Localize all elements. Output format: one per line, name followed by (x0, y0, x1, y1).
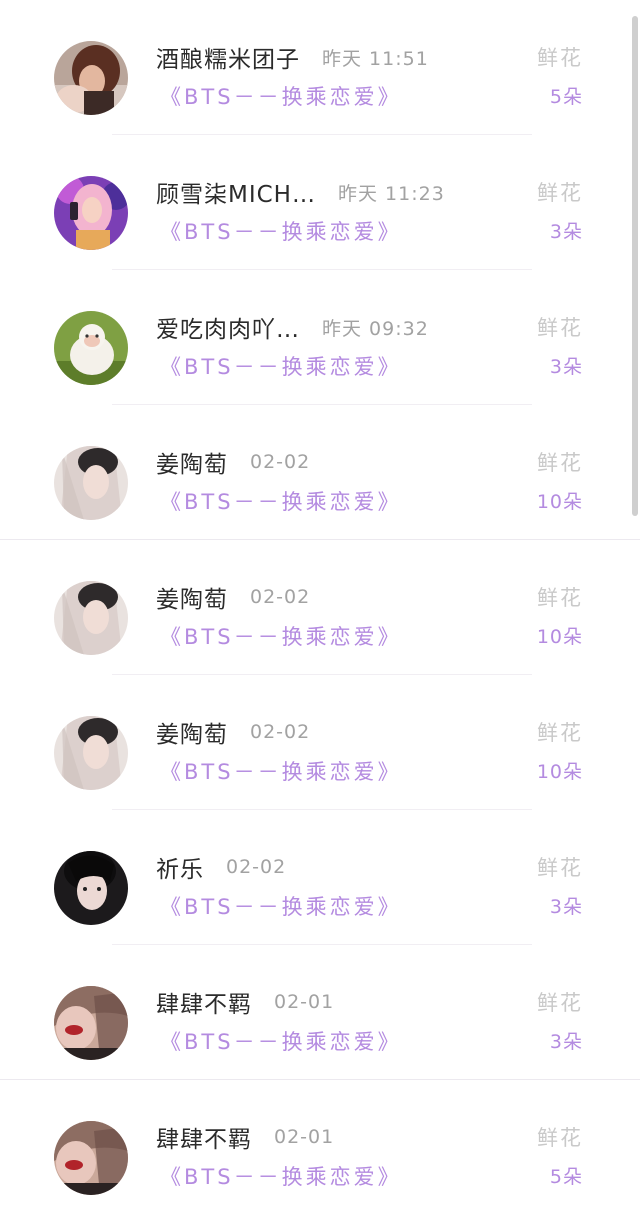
list-item[interactable]: 姜陶萄 02-02 《BTS－－换乘恋爱》 鲜花 10朵 (0, 405, 640, 540)
user-name[interactable]: 祈乐 (156, 850, 204, 884)
gift-type-label: 鲜花 (537, 856, 583, 880)
avatar-red-lips-icon[interactable] (54, 986, 128, 1060)
user-name[interactable]: 酒酿糯米团子 (156, 40, 300, 74)
gift-type-label: 鲜花 (537, 46, 583, 70)
gift-count: 3朵 (549, 356, 583, 378)
book-title-link[interactable]: 《BTS－－换乘恋爱》 (160, 1161, 402, 1191)
user-name[interactable]: 爱吃肉肉吖… (156, 310, 300, 344)
user-name[interactable]: 姜陶萄 (156, 580, 228, 614)
name-line: 爱吃肉肉吖… 昨天 09:32 (156, 310, 429, 344)
list-item[interactable]: 顾雪柒MICH… 昨天 11:23 《BTS－－换乘恋爱》 鲜花 3朵 (0, 135, 640, 270)
user-name[interactable]: 肆肆不羁 (156, 985, 252, 1019)
book-title-link[interactable]: 《BTS－－换乘恋爱》 (160, 486, 402, 516)
gift-type-label: 鲜花 (537, 316, 583, 340)
book-title-link[interactable]: 《BTS－－换乘恋爱》 (160, 756, 402, 786)
book-title-link[interactable]: 《BTS－－换乘恋爱》 (160, 891, 402, 921)
gift-count: 3朵 (549, 221, 583, 243)
list-item[interactable]: 酒酿糯米团子 昨天 11:51 《BTS－－换乘恋爱》 鲜花 5朵 (0, 0, 640, 135)
timestamp: 02-02 (250, 721, 311, 743)
name-line: 肆肆不羁 02-01 (156, 985, 334, 1019)
avatar-sheep-icon[interactable] (54, 311, 128, 385)
timestamp: 昨天 11:51 (322, 47, 429, 70)
book-title-link[interactable]: 《BTS－－换乘恋爱》 (160, 621, 402, 651)
timestamp: 02-01 (274, 991, 335, 1013)
book-title-link[interactable]: 《BTS－－换乘恋爱》 (160, 351, 402, 381)
gift-count: 10朵 (536, 761, 583, 783)
avatar-pink-hair-icon[interactable] (54, 176, 128, 250)
avatar-red-lips-icon[interactable] (54, 1121, 128, 1195)
scrollbar[interactable] (632, 16, 638, 516)
user-name[interactable]: 顾雪柒MICH… (156, 175, 316, 209)
gift-type-label: 鲜花 (537, 991, 583, 1015)
avatar-veil-icon[interactable] (54, 446, 128, 520)
timestamp: 昨天 11:23 (337, 182, 445, 205)
name-line: 姜陶萄 02-02 (156, 580, 310, 614)
name-line: 姜陶萄 02-02 (156, 445, 310, 479)
timestamp: 02-01 (274, 1126, 335, 1148)
list-item[interactable]: 姜陶萄 02-02 《BTS－－换乘恋爱》 鲜花 10朵 (0, 540, 640, 675)
timestamp: 02-02 (250, 451, 311, 473)
gift-count: 5朵 (549, 86, 583, 108)
timestamp: 02-02 (250, 586, 311, 608)
gift-count: 5朵 (549, 1166, 583, 1188)
user-name[interactable]: 肆肆不羁 (156, 1120, 252, 1154)
name-line: 祈乐 02-02 (156, 850, 286, 884)
gift-record-list: 酒酿糯米团子 昨天 11:51 《BTS－－换乘恋爱》 鲜花 5朵 顾雪柒MIC… (0, 0, 640, 1215)
list-item[interactable]: 爱吃肉肉吖… 昨天 09:32 《BTS－－换乘恋爱》 鲜花 3朵 (0, 270, 640, 405)
avatar-veil-icon[interactable] (54, 581, 128, 655)
list-item[interactable]: 肆肆不羁 02-01 《BTS－－换乘恋爱》 鲜花 3朵 (0, 945, 640, 1080)
name-line: 肆肆不羁 02-01 (156, 1120, 334, 1154)
avatar-dark-hair-icon[interactable] (54, 851, 128, 925)
name-line: 酒酿糯米团子 昨天 11:51 (156, 40, 429, 74)
timestamp: 02-02 (226, 856, 287, 878)
list-item[interactable]: 姜陶萄 02-02 《BTS－－换乘恋爱》 鲜花 10朵 (0, 675, 640, 810)
gift-type-label: 鲜花 (537, 586, 583, 610)
book-title-link[interactable]: 《BTS－－换乘恋爱》 (160, 81, 402, 111)
book-title-link[interactable]: 《BTS－－换乘恋爱》 (160, 216, 402, 246)
gift-type-label: 鲜花 (537, 1126, 583, 1150)
avatar-woman-icon[interactable] (54, 41, 128, 115)
gift-type-label: 鲜花 (537, 721, 583, 745)
avatar-veil-icon[interactable] (54, 716, 128, 790)
gift-count: 10朵 (536, 491, 583, 513)
name-line: 姜陶萄 02-02 (156, 715, 310, 749)
user-name[interactable]: 姜陶萄 (156, 445, 228, 479)
gift-count: 3朵 (549, 896, 583, 918)
list-item[interactable]: 肆肆不羁 02-01 《BTS－－换乘恋爱》 鲜花 5朵 (0, 1080, 640, 1215)
timestamp: 昨天 09:32 (322, 317, 429, 340)
list-item[interactable]: 祈乐 02-02 《BTS－－换乘恋爱》 鲜花 3朵 (0, 810, 640, 945)
gift-count: 3朵 (549, 1031, 583, 1053)
gift-type-label: 鲜花 (537, 451, 583, 475)
gift-type-label: 鲜花 (537, 181, 583, 205)
user-name[interactable]: 姜陶萄 (156, 715, 228, 749)
book-title-link[interactable]: 《BTS－－换乘恋爱》 (160, 1026, 402, 1056)
name-line: 顾雪柒MICH… 昨天 11:23 (156, 175, 445, 209)
gift-count: 10朵 (536, 626, 583, 648)
